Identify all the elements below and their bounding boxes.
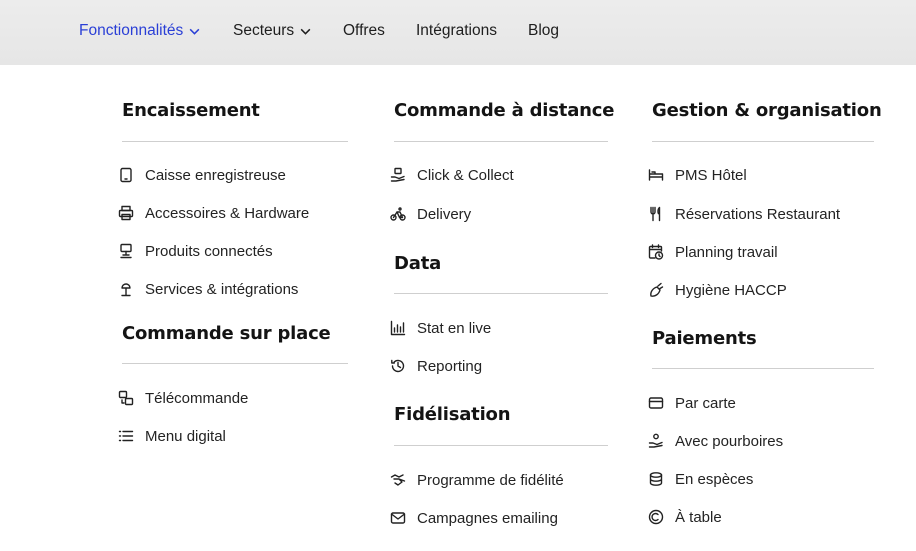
nav-fonctionnalites[interactable]: Fonctionnalités xyxy=(79,20,201,42)
menu-item-label: Planning travail xyxy=(675,243,778,261)
remote-icon xyxy=(118,390,134,406)
section-divider xyxy=(652,368,874,369)
list-icon xyxy=(118,428,134,444)
menu-item-label: Par carte xyxy=(675,394,736,412)
menu-item-label: En espèces xyxy=(675,470,754,488)
menu-item-label: Caisse enregistreuse xyxy=(145,166,286,184)
chevron-down-icon xyxy=(300,28,311,35)
bike-icon xyxy=(390,206,406,222)
menu-item-telecommande[interactable]: Télécommande xyxy=(118,387,248,409)
menu-item-click-collect[interactable]: Click & Collect xyxy=(390,164,514,186)
section-title-encaissement: Encaissement xyxy=(122,100,260,121)
menu-item-produits-connectes[interactable]: Produits connectés xyxy=(118,240,273,262)
section-title-paiements: Paiements xyxy=(652,328,757,349)
menu-item-en-especes[interactable]: En espèces xyxy=(648,468,753,490)
cutlery-icon xyxy=(648,206,664,222)
chart-icon xyxy=(390,320,406,336)
menu-item-programme-fidelite[interactable]: Programme de fidélité xyxy=(390,469,564,491)
card-icon xyxy=(648,395,664,411)
calendar-clock-icon xyxy=(648,244,664,260)
section-divider xyxy=(122,363,348,364)
section-title-fidelisation: Fidélisation xyxy=(394,404,511,425)
mail-icon xyxy=(390,510,406,526)
handshake-icon xyxy=(390,472,406,488)
plug-icon xyxy=(118,281,134,297)
chevron-down-icon xyxy=(189,28,200,35)
menu-item-label: PMS Hôtel xyxy=(675,166,747,184)
menu-item-label: Stat en live xyxy=(417,319,492,337)
bag-hand-icon xyxy=(390,167,406,183)
menu-item-label: Accessoires & Hardware xyxy=(145,204,310,222)
section-title-commande-a-distance: Commande à distance xyxy=(394,100,615,121)
menu-item-hygiene-haccp[interactable]: Hygiène HACCP xyxy=(648,279,787,301)
nav-secteurs[interactable]: Secteurs xyxy=(233,20,312,42)
menu-item-label: Reporting xyxy=(417,357,483,375)
nav-secteurs-label: Secteurs xyxy=(233,22,295,39)
menu-item-label: À table xyxy=(675,508,722,526)
printer-icon xyxy=(118,205,134,221)
menu-item-menu-digital[interactable]: Menu digital xyxy=(118,425,226,447)
menu-item-par-carte[interactable]: Par carte xyxy=(648,392,736,414)
section-divider xyxy=(394,141,608,142)
section-divider xyxy=(394,293,608,294)
nav-blog-label: Blog xyxy=(528,22,560,39)
menu-item-label: Produits connectés xyxy=(145,242,273,260)
top-navigation-bar: Fonctionnalités Secteurs Offres Intégrat… xyxy=(0,0,916,65)
menu-item-caisse-enregistreuse[interactable]: Caisse enregistreuse xyxy=(118,164,286,186)
nav-integrations[interactable]: Intégrations xyxy=(416,20,497,42)
menu-item-label: Click & Collect xyxy=(417,166,514,184)
tip-hand-icon xyxy=(648,433,664,449)
menu-item-label: Menu digital xyxy=(145,427,226,445)
section-title-data: Data xyxy=(394,253,442,274)
menu-item-avec-pourboires[interactable]: Avec pourboires xyxy=(648,430,783,452)
menu-item-label: Hygiène HACCP xyxy=(675,281,787,299)
nav-offres-label: Offres xyxy=(343,22,385,39)
section-title-gestion-organisation: Gestion & organisation xyxy=(652,100,882,121)
nav-fonctionnalites-label: Fonctionnalités xyxy=(79,22,184,39)
tablet-icon xyxy=(118,167,134,183)
menu-item-reservations-restaurant[interactable]: Réservations Restaurant xyxy=(648,203,840,225)
menu-item-label: Télécommande xyxy=(145,389,249,407)
menu-item-a-table[interactable]: À table xyxy=(648,506,722,528)
nav-offres[interactable]: Offres xyxy=(343,20,385,42)
section-divider xyxy=(652,141,874,142)
menu-item-campagnes-emailing[interactable]: Campagnes emailing xyxy=(390,507,558,529)
contactless-icon xyxy=(648,509,664,525)
terminal-icon xyxy=(118,243,134,259)
menu-item-label: Avec pourboires xyxy=(675,432,784,450)
menu-item-label: Campagnes emailing xyxy=(417,509,558,527)
menu-item-reporting[interactable]: Reporting xyxy=(390,355,482,377)
menu-item-label: Delivery xyxy=(417,205,472,223)
nav-blog[interactable]: Blog xyxy=(528,20,559,42)
section-divider xyxy=(122,141,348,142)
section-title-commande-sur-place: Commande sur place xyxy=(122,323,331,344)
spray-icon xyxy=(648,282,664,298)
menu-item-accessoires-hardware[interactable]: Accessoires & Hardware xyxy=(118,202,309,224)
menu-item-planning-travail[interactable]: Planning travail xyxy=(648,241,778,263)
nav-integrations-label: Intégrations xyxy=(416,22,497,39)
menu-item-services-integrations[interactable]: Services & intégrations xyxy=(118,278,298,300)
menu-item-delivery[interactable]: Delivery xyxy=(390,203,471,225)
menu-item-label: Programme de fidélité xyxy=(417,471,564,489)
coins-icon xyxy=(648,471,664,487)
history-icon xyxy=(390,358,406,374)
menu-item-pms-hotel[interactable]: PMS Hôtel xyxy=(648,164,747,186)
section-divider xyxy=(394,445,608,446)
menu-item-stat-en-live[interactable]: Stat en live xyxy=(390,317,491,339)
menu-item-label: Réservations Restaurant xyxy=(675,205,841,223)
bed-icon xyxy=(648,167,664,183)
menu-item-label: Services & intégrations xyxy=(145,280,299,298)
